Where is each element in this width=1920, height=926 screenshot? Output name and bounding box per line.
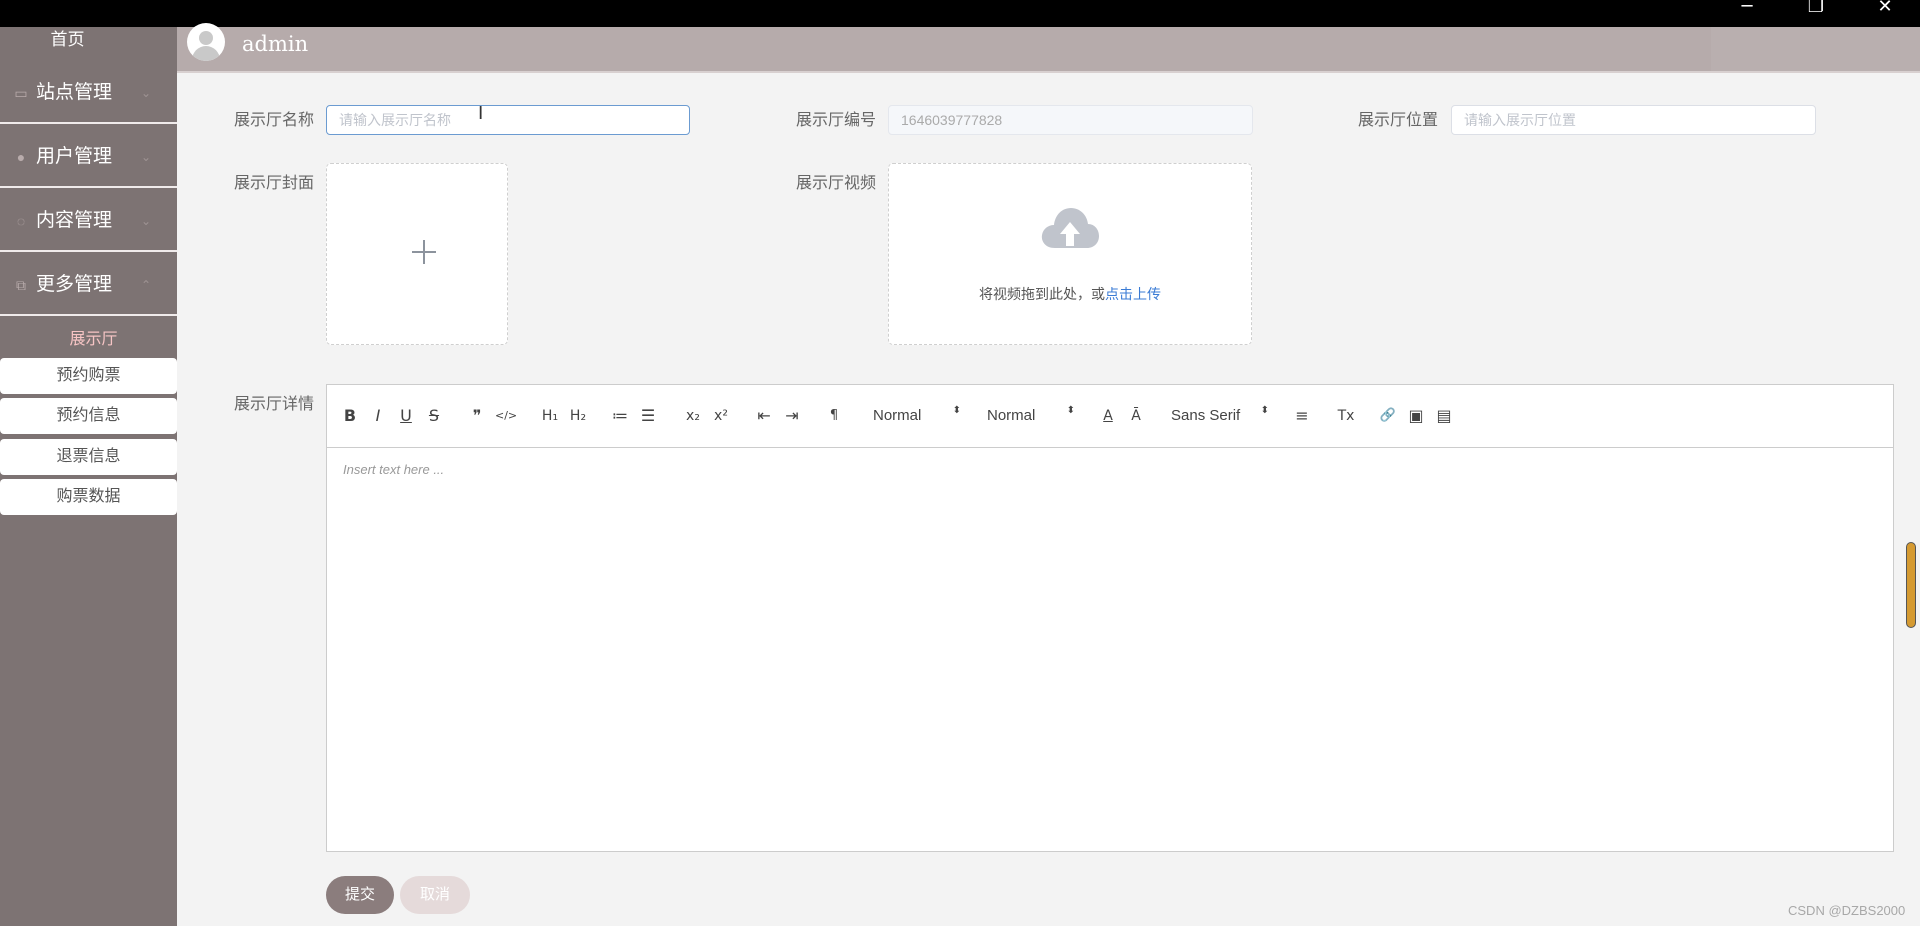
sidebar: 首页 ▭ 站点管理 ⌄ ● 用户管理 ⌄ ◌ 内容管理 ⌄ ⧉ 更多管理 ⌃ 展… xyxy=(0,27,177,926)
avatar[interactable] xyxy=(187,23,225,61)
select-arrows-icon: ⬍ xyxy=(1260,405,1269,416)
code-block-button[interactable]: </> xyxy=(495,405,517,427)
align-button[interactable]: ≡ xyxy=(1293,405,1311,427)
chat-icon: ◌ xyxy=(16,213,26,229)
select-arrows-icon: ⬍ xyxy=(952,405,961,416)
hall-video-label: 展示厅视频 xyxy=(796,175,877,192)
header-divider xyxy=(177,71,1920,73)
hall-location-input[interactable] xyxy=(1451,105,1816,135)
header-select[interactable]: Normal ⬍ xyxy=(987,405,1075,427)
window-titlebar: ─ ❐ ✕ xyxy=(0,0,1920,27)
upload-hint: 将视频拖到此处，或点击上传 xyxy=(889,284,1251,304)
video-button[interactable]: ▤ xyxy=(1435,405,1453,427)
video-upload-dropzone[interactable]: 将视频拖到此处，或点击上传 xyxy=(888,163,1252,345)
bold-button[interactable]: B xyxy=(341,405,359,427)
hall-cover-label: 展示厅封面 xyxy=(234,175,315,192)
superscript-button[interactable]: x² xyxy=(711,405,731,427)
editor-toolbar: B I U S ❞ </> H₁ H₂ ≔ ☰ x₂ x² ⇤ ⇥ ¶ Norm… xyxy=(327,385,1893,448)
indent-button[interactable]: ⇥ xyxy=(783,405,801,427)
upload-link[interactable]: 点击上传 xyxy=(1105,286,1161,302)
clear-format-button[interactable]: Tx xyxy=(1335,405,1357,427)
hall-number-label: 展示厅编号 xyxy=(796,112,877,129)
chevron-down-icon: ⌄ xyxy=(141,214,152,228)
upload-hint-text: 将视频拖到此处，或 xyxy=(979,286,1105,302)
close-window-button[interactable]: ✕ xyxy=(1850,0,1920,16)
italic-button[interactable]: I xyxy=(369,405,387,427)
sidebar-subitem-ticket-data[interactable]: 购票数据 xyxy=(0,479,177,515)
sidebar-item-content-management[interactable]: ◌ 内容管理 ⌄ xyxy=(0,190,177,252)
sidebar-subitem-exhibition-hall[interactable]: 展示厅 xyxy=(0,327,187,353)
underline-button[interactable]: U xyxy=(397,405,415,427)
blockquote-button[interactable]: ❞ xyxy=(468,405,486,427)
plus-icon xyxy=(412,240,436,264)
username-label: admin xyxy=(242,32,309,56)
cloud-upload-icon xyxy=(1041,208,1099,248)
chevron-down-icon: ⌄ xyxy=(141,86,152,100)
submit-button[interactable]: 提交 xyxy=(326,876,394,914)
font-size-select[interactable]: Normal ⬍ xyxy=(873,405,961,427)
chevron-up-icon: ⌃ xyxy=(141,278,152,292)
copy-icon: ⧉ xyxy=(16,277,26,293)
font-family-select[interactable]: Sans Serif ⬍ xyxy=(1171,405,1269,427)
sidebar-item-label: 更多管理 xyxy=(36,274,113,295)
sidebar-item-label: 内容管理 xyxy=(36,210,113,231)
image-button[interactable]: ▣ xyxy=(1407,405,1425,427)
link-button[interactable]: 🔗 xyxy=(1379,405,1397,427)
header-value: Normal xyxy=(987,407,1036,424)
font-color-button[interactable]: A xyxy=(1099,405,1117,427)
sidebar-item-label: 用户管理 xyxy=(36,146,113,167)
select-arrows-icon: ⬍ xyxy=(1066,405,1075,416)
scrollbar-thumb[interactable] xyxy=(1906,542,1916,628)
sidebar-subitem-booking-info[interactable]: 预约信息 xyxy=(0,398,177,434)
text-cursor-icon: I xyxy=(478,103,484,124)
user-icon: ● xyxy=(16,149,26,165)
chevron-down-icon: ⌄ xyxy=(141,150,152,164)
cover-upload-box[interactable] xyxy=(326,163,508,345)
avatar-head-shape xyxy=(199,31,213,45)
rich-text-editor[interactable]: B I U S ❞ </> H₁ H₂ ≔ ☰ x₂ x² ⇤ ⇥ ¶ Norm… xyxy=(326,384,1894,852)
sidebar-subitem-refund-info[interactable]: 退票信息 xyxy=(0,439,177,475)
header1-button[interactable]: H₁ xyxy=(539,405,561,427)
hall-detail-label: 展示厅详情 xyxy=(234,396,315,413)
restore-button[interactable]: ❐ xyxy=(1781,0,1851,16)
header2-button[interactable]: H₂ xyxy=(567,405,589,427)
top-header xyxy=(177,27,1711,71)
subscript-button[interactable]: x₂ xyxy=(683,405,703,427)
sidebar-item-more-management[interactable]: ⧉ 更多管理 ⌃ xyxy=(0,254,177,316)
hall-name-input[interactable] xyxy=(326,105,690,135)
hall-name-label: 展示厅名称 xyxy=(234,112,315,129)
sidebar-subitem-booking[interactable]: 预约购票 xyxy=(0,358,177,394)
ordered-list-button[interactable]: ≔ xyxy=(611,405,629,427)
background-color-button[interactable]: Ā xyxy=(1127,405,1145,427)
cancel-button[interactable]: 取消 xyxy=(400,876,470,914)
avatar-body-shape xyxy=(192,46,220,61)
header-right-area xyxy=(1711,27,1920,71)
font-size-value: Normal xyxy=(873,407,922,424)
sidebar-item-label: 站点管理 xyxy=(36,82,113,103)
hall-number-input[interactable] xyxy=(888,105,1253,135)
monitor-icon: ▭ xyxy=(14,85,28,101)
sidebar-home[interactable]: 首页 xyxy=(0,27,135,53)
minimize-button[interactable]: ─ xyxy=(1712,0,1782,16)
text-direction-button[interactable]: ¶ xyxy=(825,405,843,427)
sidebar-item-user-management[interactable]: ● 用户管理 ⌄ xyxy=(0,126,177,188)
watermark: CSDN @DZBS2000 xyxy=(1788,903,1906,918)
font-family-value: Sans Serif xyxy=(1171,407,1241,424)
sidebar-item-site-management[interactable]: ▭ 站点管理 ⌄ xyxy=(0,62,177,124)
strikethrough-button[interactable]: S xyxy=(425,405,443,427)
editor-placeholder: Insert text here ... xyxy=(343,462,445,477)
hall-location-label: 展示厅位置 xyxy=(1358,112,1439,129)
bullet-list-button[interactable]: ☰ xyxy=(639,405,657,427)
outdent-button[interactable]: ⇤ xyxy=(755,405,773,427)
